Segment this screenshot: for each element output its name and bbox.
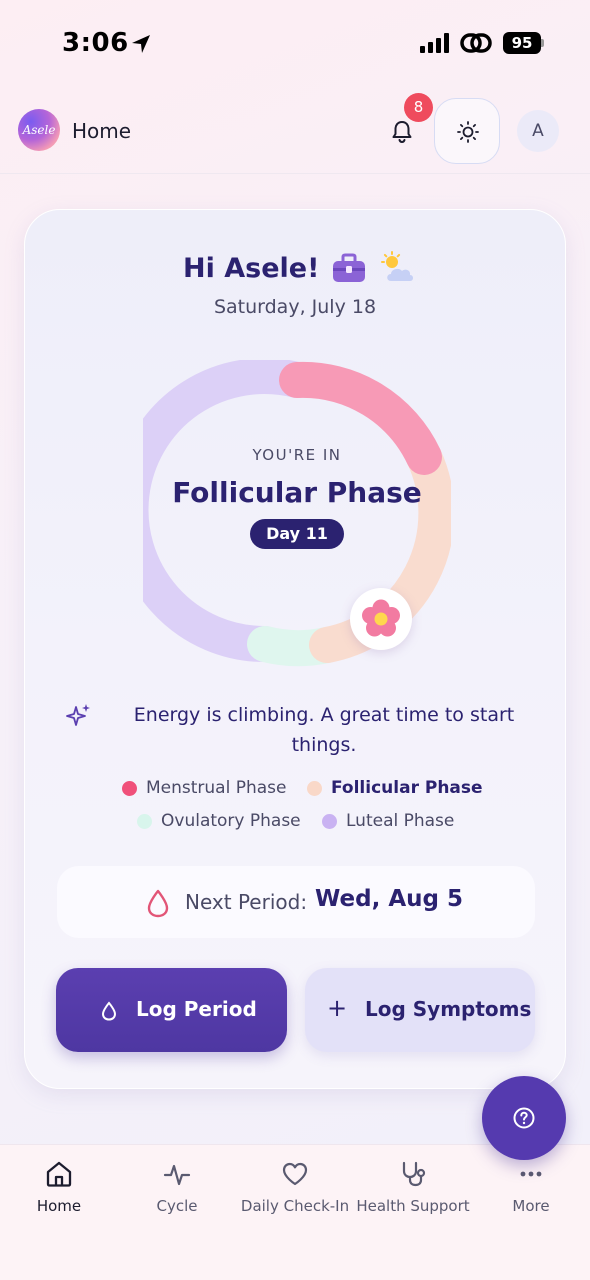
status-bar: 3:06 95 <box>0 0 590 88</box>
heart-icon <box>282 1162 308 1186</box>
nav-label: Cycle <box>156 1197 198 1215</box>
current-phase-name: Follicular Phase <box>172 476 422 509</box>
plus-icon: + <box>327 994 348 1022</box>
theme-toggle-button[interactable] <box>434 98 500 164</box>
cycle-day-pill: Day 11 <box>250 519 344 549</box>
cycle-summary-card: Hi Asele! Saturday, July 18 YOU'RE IN Fo… <box>24 209 566 1089</box>
pulse-icon <box>163 1164 191 1186</box>
log-period-button[interactable]: Log Period <box>56 968 287 1052</box>
sun-icon <box>457 121 479 143</box>
greeting-row: Hi Asele! <box>183 250 417 286</box>
stethoscope-icon <box>402 1161 426 1187</box>
nav-label: Health Support <box>356 1197 470 1215</box>
legend-label: Luteal Phase <box>346 811 455 831</box>
legend-dot-menstrual <box>122 780 137 796</box>
legend-ovulatory: Ovulatory Phase <box>137 811 301 831</box>
legend-follicular: Follicular Phase <box>307 778 483 798</box>
nav-label: Home <box>36 1197 82 1215</box>
briefcase-icon <box>333 253 366 282</box>
legend-label: Ovulatory Phase <box>161 811 301 831</box>
nav-daily-check-in[interactable]: Daily Check-In <box>236 1159 354 1215</box>
notification-bell-icon[interactable] <box>388 118 416 146</box>
next-period-date: Wed, Aug 5 <box>315 886 464 912</box>
legend-dot-follicular <box>307 780 322 796</box>
bottom-navigation: Home Cycle Daily Check-In Health Support… <box>0 1144 590 1280</box>
nav-health-support[interactable]: Health Support <box>354 1159 472 1215</box>
notification-badge: 8 <box>404 93 433 122</box>
next-period-label: Next Period: <box>185 890 308 914</box>
home-icon <box>46 1161 72 1187</box>
nav-label: Daily Check-In <box>240 1197 350 1215</box>
signal-icon <box>420 33 449 53</box>
legend-dot-ovulatory <box>137 813 152 829</box>
legend-luteal: Luteal Phase <box>322 811 454 831</box>
log-symptoms-label: Log Symptoms <box>365 997 532 1021</box>
partly-sunny-icon <box>381 251 414 281</box>
current-date: Saturday, July 18 <box>213 296 377 318</box>
ring-caption: YOU'RE IN <box>252 446 342 464</box>
nav-more[interactable]: More <box>472 1159 590 1215</box>
log-symptoms-button[interactable]: + Log Symptoms <box>305 968 535 1052</box>
battery-indicator: 95 <box>503 32 541 54</box>
legend-menstrual: Menstrual Phase <box>122 778 287 798</box>
sparkle-icon <box>66 704 90 726</box>
log-period-label: Log Period <box>136 997 257 1021</box>
ring-center: YOU'RE IN Follicular Phase Day 11 <box>143 446 451 549</box>
current-day-marker <box>350 588 412 650</box>
greeting: Hi Asele! <box>183 252 320 284</box>
app-header: Asele Home 8 A <box>0 88 590 174</box>
nav-cycle[interactable]: Cycle <box>118 1159 236 1215</box>
battery-tip <box>541 39 544 47</box>
more-icon <box>520 1171 542 1177</box>
flower-icon <box>362 599 400 637</box>
location-arrow-icon <box>132 35 150 53</box>
help-fab-button[interactable] <box>482 1076 566 1160</box>
blood-drop-icon <box>147 889 169 918</box>
nav-label: More <box>512 1197 550 1215</box>
nav-home[interactable]: Home <box>0 1159 118 1215</box>
legend-label: Menstrual Phase <box>146 778 287 798</box>
legend-label: Follicular Phase <box>331 778 483 798</box>
legend-dot-luteal <box>322 813 337 829</box>
question-mark-icon <box>513 1107 535 1129</box>
page-title: Home <box>72 119 132 143</box>
user-avatar[interactable]: A <box>517 110 559 152</box>
drop-icon <box>101 1001 117 1021</box>
next-period-box: Next Period: Wed, Aug 5 <box>57 866 535 938</box>
app-logo[interactable]: Asele <box>18 109 60 151</box>
phase-tip-text: Energy is climbing. A great time to star… <box>133 704 515 756</box>
status-time: 3:06 <box>62 28 129 58</box>
hotspot-link-icon <box>460 33 492 53</box>
